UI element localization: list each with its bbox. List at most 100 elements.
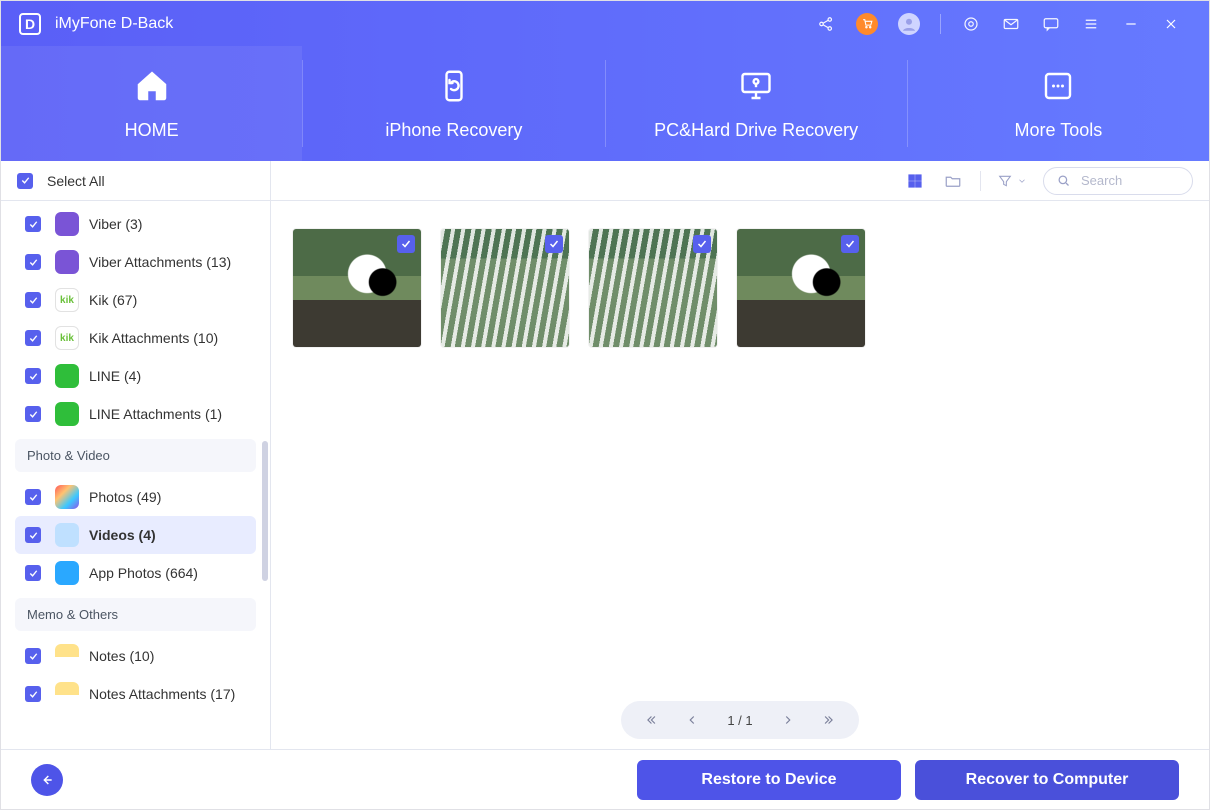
mail-icon[interactable] xyxy=(1001,14,1021,34)
page-last-button[interactable] xyxy=(817,709,839,731)
nav-iphone-recovery[interactable]: iPhone Recovery xyxy=(303,46,604,161)
sidebar: Select All QQ Attachments (1595)Viber (3… xyxy=(1,161,271,749)
scrollbar-thumb[interactable] xyxy=(262,441,268,581)
close-button[interactable] xyxy=(1161,14,1181,34)
select-all-row[interactable]: Select All xyxy=(1,161,270,201)
app-logo: D xyxy=(19,13,41,35)
restore-to-device-button[interactable]: Restore to Device xyxy=(637,760,901,800)
notes-icon xyxy=(55,682,79,706)
feedback-icon[interactable] xyxy=(1041,14,1061,34)
videos-icon xyxy=(55,523,79,547)
sidebar-item-checkbox[interactable] xyxy=(25,216,41,232)
sidebar-item[interactable]: Viber Attachments (13) xyxy=(15,243,256,281)
nav-label: HOME xyxy=(125,120,179,141)
more-tools-icon xyxy=(1038,66,1078,106)
sidebar-item-label: Videos (4) xyxy=(89,527,156,543)
video-thumbnail[interactable] xyxy=(441,229,569,347)
thumbnail-checkbox[interactable] xyxy=(397,235,415,253)
sidebar-item[interactable]: Photos (49) xyxy=(15,478,256,516)
title-bar: D iMyFone D-Back xyxy=(1,1,1209,46)
kik-icon: kik xyxy=(55,288,79,312)
sidebar-item-checkbox[interactable] xyxy=(25,648,41,664)
thumbnail-grid xyxy=(271,201,1209,691)
nav-label: More Tools xyxy=(1015,120,1103,141)
monitor-key-icon xyxy=(736,66,776,106)
grid-view-button[interactable] xyxy=(904,170,926,192)
back-button[interactable] xyxy=(31,764,63,796)
sidebar-item[interactable]: kik Kik (67) xyxy=(15,281,256,319)
page-first-button[interactable] xyxy=(641,709,663,731)
sidebar-item-label: Kik (67) xyxy=(89,292,137,308)
sidebar-item-label: Photos (49) xyxy=(89,489,161,505)
filter-button[interactable] xyxy=(997,173,1027,189)
video-thumbnail[interactable] xyxy=(737,229,865,347)
viber-icon xyxy=(55,250,79,274)
sidebar-item-checkbox[interactable] xyxy=(25,686,41,702)
body: Select All QQ Attachments (1595)Viber (3… xyxy=(1,161,1209,749)
thumbnail-checkbox[interactable] xyxy=(693,235,711,253)
nav-pc-recovery[interactable]: PC&Hard Drive Recovery xyxy=(606,46,907,161)
sidebar-item-checkbox[interactable] xyxy=(25,565,41,581)
apphotos-icon xyxy=(55,561,79,585)
sidebar-scroll[interactable]: QQ Attachments (1595)Viber (3)Viber Atta… xyxy=(1,201,270,749)
content-area: 1 / 1 xyxy=(271,161,1209,749)
sidebar-item[interactable]: Notes Attachments (17) xyxy=(15,675,256,713)
line-icon xyxy=(55,402,79,426)
nav-label: PC&Hard Drive Recovery xyxy=(654,120,858,141)
search-box[interactable] xyxy=(1043,167,1193,195)
menu-icon[interactable] xyxy=(1081,14,1101,34)
sidebar-category-header: Memo & Others xyxy=(15,598,256,631)
sidebar-item-label: LINE (4) xyxy=(89,368,141,384)
sidebar-item-checkbox[interactable] xyxy=(25,527,41,543)
sidebar-category-header: Photo & Video xyxy=(15,439,256,472)
phone-refresh-icon xyxy=(434,66,474,106)
folder-view-button[interactable] xyxy=(942,170,964,192)
home-icon xyxy=(132,66,172,106)
sidebar-item-label: App Photos (664) xyxy=(89,565,198,581)
search-input[interactable] xyxy=(1079,172,1179,189)
nav-more-tools[interactable]: More Tools xyxy=(908,46,1209,161)
search-icon xyxy=(1056,173,1071,188)
sidebar-item-label: Viber (3) xyxy=(89,216,142,232)
share-icon[interactable] xyxy=(816,14,836,34)
sidebar-item[interactable]: LINE Attachments (1) xyxy=(15,395,256,433)
sidebar-item[interactable]: LINE (4) xyxy=(15,357,256,395)
page-next-button[interactable] xyxy=(777,709,799,731)
page-indicator: 1 / 1 xyxy=(721,713,758,728)
sidebar-item[interactable]: Videos (4) xyxy=(15,516,256,554)
nav-home[interactable]: HOME xyxy=(1,46,302,161)
notes-icon xyxy=(55,644,79,668)
select-all-checkbox[interactable] xyxy=(17,173,33,189)
sidebar-item-label: Notes Attachments (17) xyxy=(89,686,235,702)
sidebar-item[interactable]: kikKik Attachments (10) xyxy=(15,319,256,357)
sidebar-item-label: Notes (10) xyxy=(89,648,154,664)
page-prev-button[interactable] xyxy=(681,709,703,731)
sidebar-item-checkbox[interactable] xyxy=(25,406,41,422)
toolbar-separator xyxy=(980,171,981,191)
nav-label: iPhone Recovery xyxy=(385,120,522,141)
viber-icon xyxy=(55,212,79,236)
sidebar-item-checkbox[interactable] xyxy=(25,254,41,270)
sidebar-item[interactable]: Viber (3) xyxy=(15,205,256,243)
sidebar-item-checkbox[interactable] xyxy=(25,292,41,308)
cart-icon[interactable] xyxy=(856,13,878,35)
sidebar-item[interactable]: Notes (10) xyxy=(15,637,256,675)
app-window: D iMyFone D-Back xyxy=(0,0,1210,810)
video-thumbnail[interactable] xyxy=(293,229,421,347)
sidebar-item-label: LINE Attachments (1) xyxy=(89,406,222,422)
minimize-button[interactable] xyxy=(1121,14,1141,34)
footer-bar: Restore to Device Recover to Computer xyxy=(1,749,1209,809)
sidebar-item-checkbox[interactable] xyxy=(25,368,41,384)
photos-icon xyxy=(55,485,79,509)
recover-to-computer-button[interactable]: Recover to Computer xyxy=(915,760,1179,800)
line-icon xyxy=(55,364,79,388)
settings-icon[interactable] xyxy=(961,14,981,34)
thumbnail-checkbox[interactable] xyxy=(841,235,859,253)
sidebar-item[interactable]: App Photos (664) xyxy=(15,554,256,592)
select-all-label: Select All xyxy=(47,173,105,189)
user-avatar[interactable] xyxy=(898,13,920,35)
thumbnail-checkbox[interactable] xyxy=(545,235,563,253)
sidebar-item-checkbox[interactable] xyxy=(25,330,41,346)
video-thumbnail[interactable] xyxy=(589,229,717,347)
sidebar-item-checkbox[interactable] xyxy=(25,489,41,505)
